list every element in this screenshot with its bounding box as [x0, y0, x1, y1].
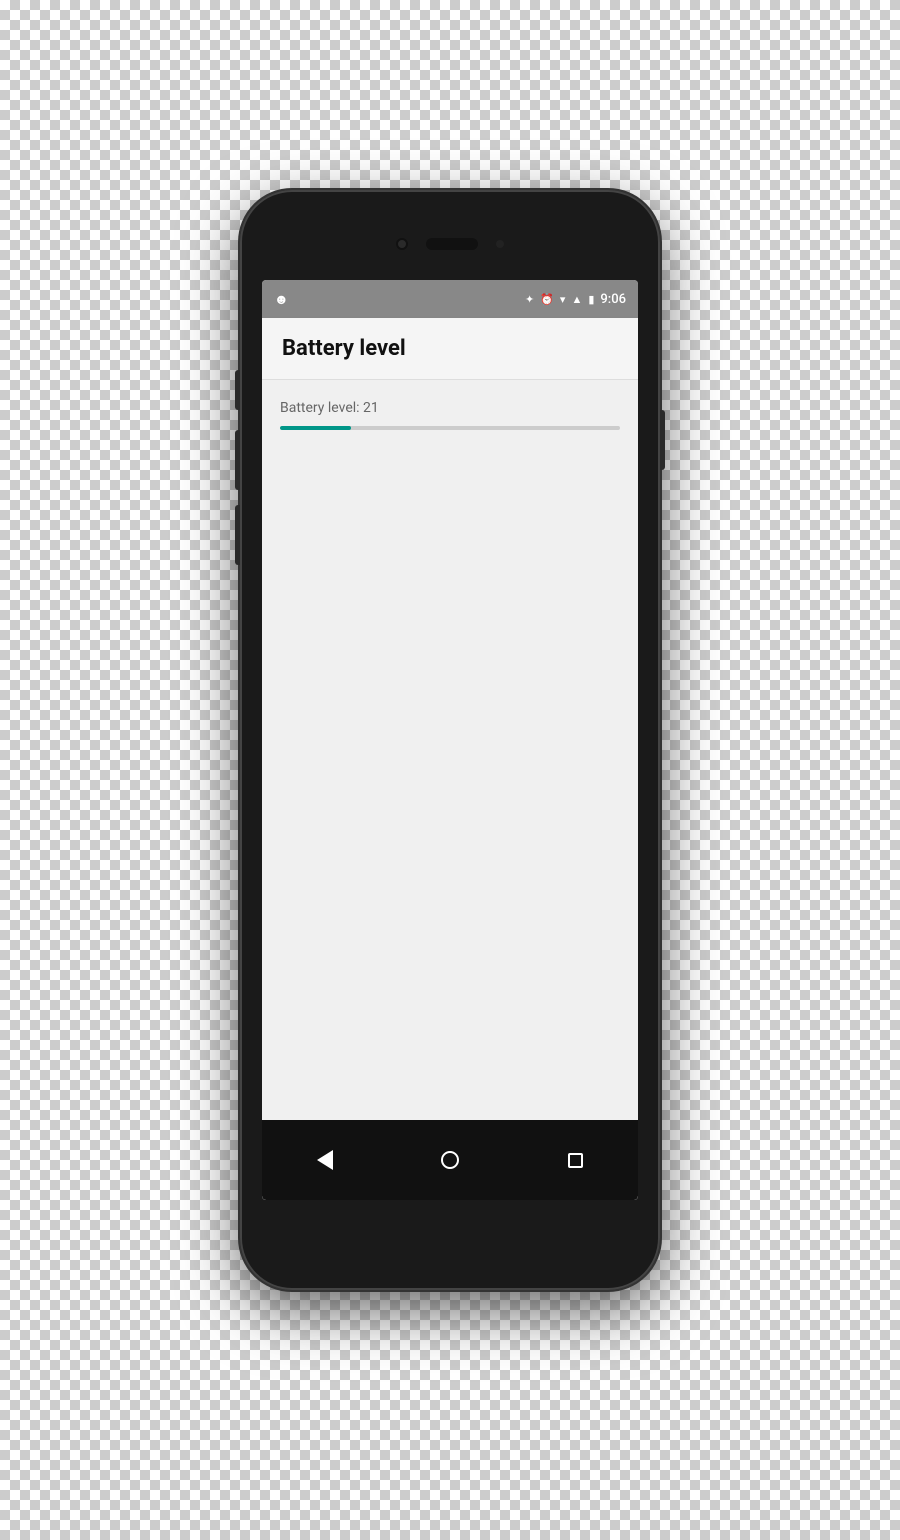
app-bar: Battery level	[262, 318, 638, 380]
signal-icon: ▲	[571, 293, 582, 306]
power-button[interactable]	[660, 410, 665, 470]
wifi-icon: ▾	[560, 293, 566, 306]
home-button[interactable]	[425, 1140, 475, 1180]
front-camera	[396, 238, 408, 250]
battery-status-icon: ▮	[588, 293, 594, 306]
content-area: Battery level: 21	[262, 380, 638, 1200]
proximity-sensor	[496, 240, 504, 248]
phone-top	[240, 210, 660, 278]
recents-icon	[568, 1153, 583, 1168]
recents-button[interactable]	[550, 1140, 600, 1180]
battery-progress-container	[280, 426, 620, 430]
android-notification-icon: ☻	[274, 291, 289, 308]
status-bar-right: ✦ ⏰ ▾ ▲ ▮ 9:06	[525, 292, 626, 307]
back-button[interactable]	[300, 1140, 350, 1180]
status-bar-left: ☻	[274, 291, 525, 308]
volume-up-button[interactable]	[235, 430, 240, 490]
status-bar: ☻ ✦ ⏰ ▾ ▲ ▮ 9:06	[262, 280, 638, 318]
earpiece-speaker	[426, 238, 478, 250]
phone-screen: ☻ ✦ ⏰ ▾ ▲ ▮ 9:06 Battery level Battery l…	[262, 280, 638, 1200]
battery-level-text: Battery level: 21	[280, 400, 620, 416]
app-title: Battery level	[282, 336, 618, 361]
back-icon	[317, 1150, 333, 1170]
nav-bar	[262, 1120, 638, 1200]
main-content: Battery level: 21	[262, 380, 638, 1200]
alarm-icon: ⏰	[540, 293, 554, 306]
silent-button[interactable]	[235, 370, 240, 410]
volume-down-button[interactable]	[235, 505, 240, 565]
bluetooth-icon: ✦	[525, 293, 534, 306]
home-icon	[441, 1151, 459, 1169]
phone-device: ☻ ✦ ⏰ ▾ ▲ ▮ 9:06 Battery level Battery l…	[240, 190, 660, 1290]
status-time: 9:06	[600, 292, 626, 307]
battery-progress-fill	[280, 426, 351, 430]
